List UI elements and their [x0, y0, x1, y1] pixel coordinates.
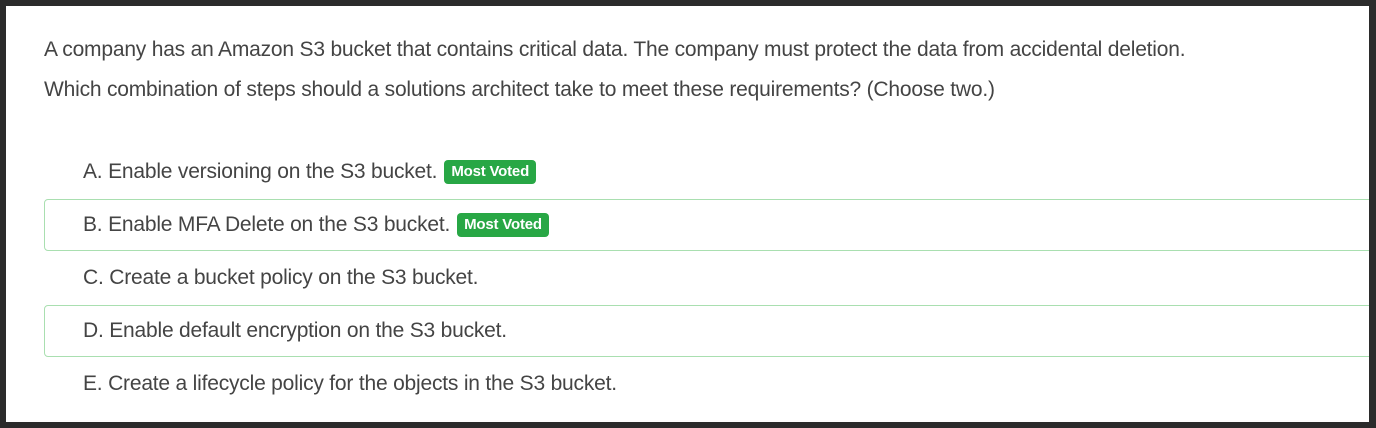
choice-e[interactable]: E. Create a lifecycle policy for the obj…: [44, 358, 1369, 410]
question-line-1: A company has an Amazon S3 bucket that c…: [44, 38, 1186, 61]
choice-list: A. Enable versioning on the S3 bucket. M…: [44, 146, 1369, 411]
choice-c-label: C. Create a bucket policy on the S3 buck…: [83, 266, 479, 289]
choice-c[interactable]: C. Create a bucket policy on the S3 buck…: [44, 252, 1369, 304]
choice-b-label: B. Enable MFA Delete on the S3 bucket.: [83, 213, 451, 236]
question-card: A company has an Amazon S3 bucket that c…: [6, 6, 1369, 422]
choice-a[interactable]: A. Enable versioning on the S3 bucket. M…: [44, 146, 1369, 198]
question-text: A company has an Amazon S3 bucket that c…: [44, 30, 1344, 110]
choice-d-label: D. Enable default encryption on the S3 b…: [83, 319, 507, 342]
choice-b[interactable]: B. Enable MFA Delete on the S3 bucket. M…: [44, 199, 1369, 251]
most-voted-badge: Most Voted: [457, 213, 549, 237]
choice-e-label: E. Create a lifecycle policy for the obj…: [83, 372, 617, 395]
question-line-2: Which combination of steps should a solu…: [44, 78, 995, 101]
choice-d[interactable]: D. Enable default encryption on the S3 b…: [44, 305, 1369, 357]
most-voted-badge: Most Voted: [444, 160, 537, 184]
choice-a-label: A. Enable versioning on the S3 bucket.: [83, 160, 438, 183]
